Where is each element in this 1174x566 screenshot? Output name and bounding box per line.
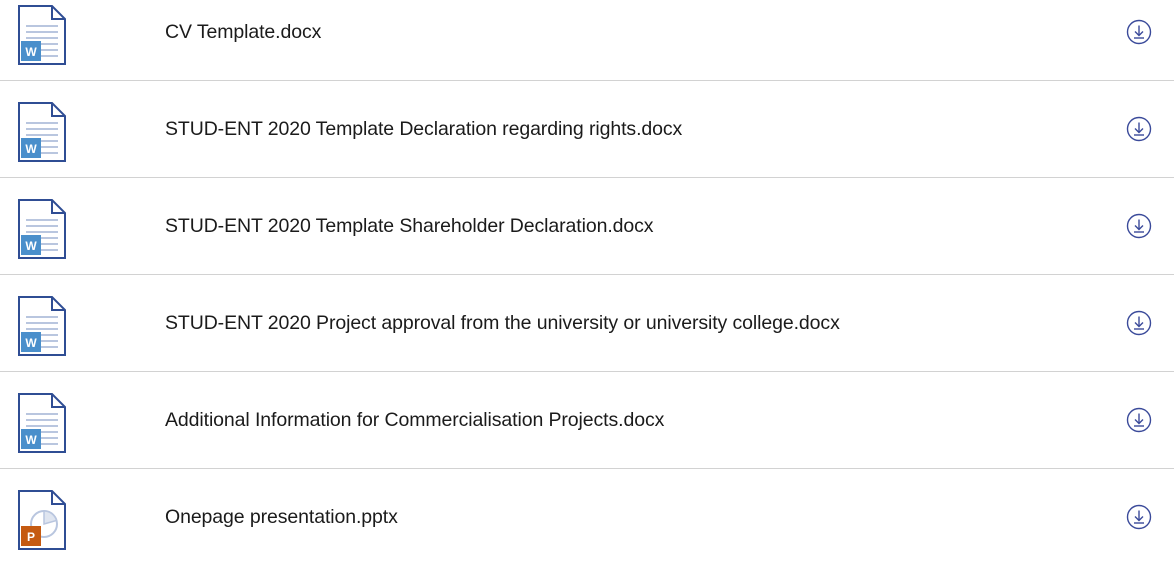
file-row[interactable]: W STUD-ENT 2020 Project approval from th… [0, 275, 1174, 372]
word-document-icon: W [18, 296, 66, 356]
file-name[interactable]: STUD-ENT 2020 Template Shareholder Decla… [165, 178, 654, 274]
download-icon[interactable] [1126, 310, 1152, 336]
svg-text:W: W [25, 239, 37, 253]
file-name[interactable]: Onepage presentation.pptx [165, 469, 398, 565]
download-icon[interactable] [1126, 504, 1152, 530]
file-row[interactable]: P Onepage presentation.pptx [0, 469, 1174, 566]
download-icon[interactable] [1126, 213, 1152, 239]
download-icon[interactable] [1126, 116, 1152, 142]
file-row[interactable]: W Additional Information for Commerciali… [0, 372, 1174, 469]
word-document-icon: W [18, 102, 66, 162]
download-icon[interactable] [1126, 19, 1152, 45]
file-list: W CV Template.docx W STUD-ENT 2020 Templ… [0, 0, 1174, 566]
svg-text:W: W [25, 433, 37, 447]
svg-text:W: W [25, 45, 37, 59]
word-document-icon: W [18, 199, 66, 259]
file-name[interactable]: Additional Information for Commercialisa… [165, 372, 664, 468]
file-row[interactable]: W CV Template.docx [0, 0, 1174, 81]
svg-text:W: W [25, 142, 37, 156]
file-name[interactable]: STUD-ENT 2020 Project approval from the … [165, 275, 840, 371]
svg-text:P: P [27, 530, 35, 544]
svg-text:W: W [25, 336, 37, 350]
download-icon[interactable] [1126, 407, 1152, 433]
word-document-icon: W [18, 5, 66, 65]
file-row[interactable]: W STUD-ENT 2020 Template Shareholder Dec… [0, 178, 1174, 275]
powerpoint-document-icon: P [18, 490, 66, 550]
file-name[interactable]: STUD-ENT 2020 Template Declaration regar… [165, 81, 682, 177]
file-name[interactable]: CV Template.docx [165, 0, 321, 80]
word-document-icon: W [18, 393, 66, 453]
file-row[interactable]: W STUD-ENT 2020 Template Declaration reg… [0, 81, 1174, 178]
